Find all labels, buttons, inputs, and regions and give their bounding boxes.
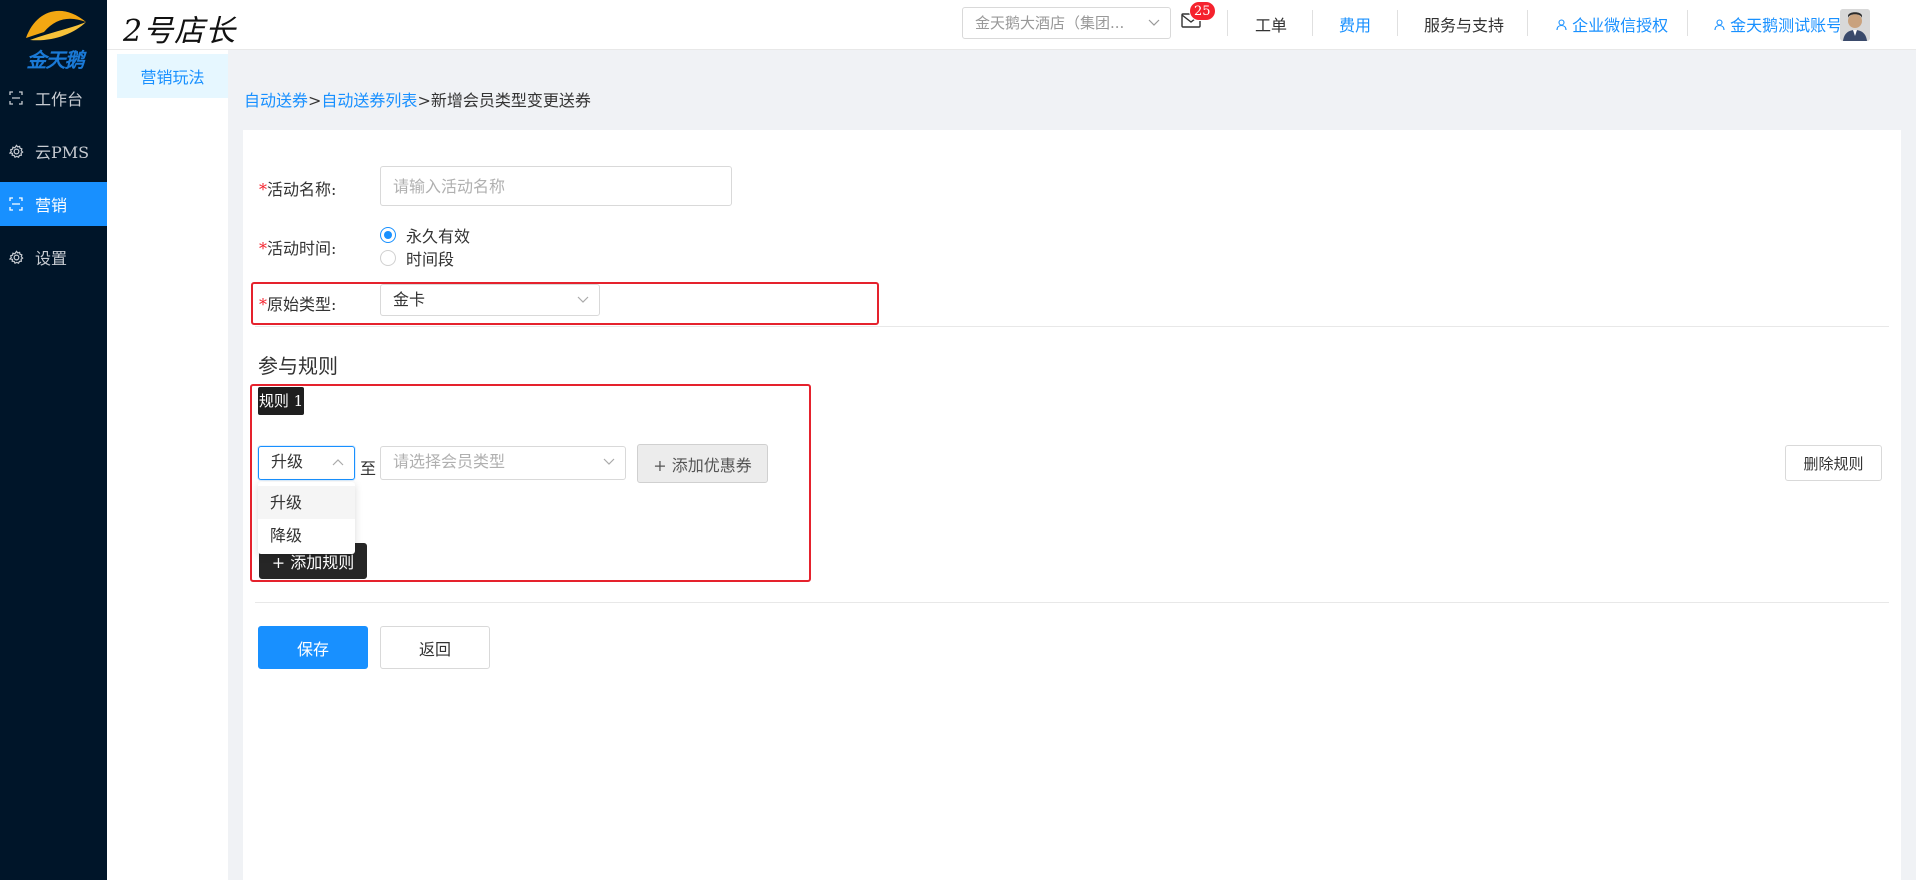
avatar[interactable]	[1840, 9, 1870, 41]
nav-label: 工作台	[35, 90, 84, 109]
required-mark: *	[259, 239, 267, 258]
nav-item-workbench[interactable]: 工作台	[0, 76, 107, 120]
header-divider	[1227, 10, 1228, 36]
chevron-down-icon	[603, 447, 615, 479]
header-divider	[1397, 10, 1398, 36]
store-select-value: 金天鹅大酒店（集团...	[975, 14, 1125, 32]
activity-name-label: *活动名称:	[259, 176, 336, 200]
chevron-down-icon	[1148, 8, 1160, 38]
wechat-auth-label: 企业微信授权	[1572, 16, 1669, 35]
wechat-auth-link[interactable]: 企业微信授权	[1556, 12, 1668, 36]
logo: 金天鹅	[20, 4, 90, 72]
sidebar: 金天鹅 工作台 云PMS 营销 设置	[0, 0, 107, 880]
original-type-value: 金卡	[393, 290, 426, 309]
user-icon	[1556, 16, 1572, 35]
nav-item-settings[interactable]: 设置	[0, 235, 107, 279]
rule-tag: 规则 1	[258, 387, 304, 415]
nav-label: 云PMS	[35, 143, 90, 162]
brand-title: 2号店长	[123, 14, 237, 49]
logo-text: 金天鹅	[26, 48, 85, 72]
account-link[interactable]: 金天鹅测试账号	[1714, 12, 1842, 36]
nav-label: 设置	[35, 249, 68, 268]
nav-item-marketing[interactable]: 营销	[0, 182, 107, 226]
direction-dropdown-menu: 升级 降级	[258, 482, 355, 554]
header-divider	[1527, 10, 1528, 36]
breadcrumb-separator: >	[308, 91, 322, 110]
header-divider	[1312, 10, 1313, 36]
activity-time-label-text: 活动时间:	[267, 239, 337, 258]
original-type-select[interactable]: 金卡	[380, 284, 600, 316]
nav-item-cloud-pms[interactable]: 云PMS	[0, 129, 107, 173]
activity-name-input[interactable]	[380, 166, 732, 206]
radio-button[interactable]	[380, 250, 396, 266]
submenu-item-marketing-play[interactable]: 营销玩法	[117, 54, 228, 98]
store-select[interactable]: 金天鹅大酒店（集团...	[962, 7, 1171, 39]
gear-icon	[8, 249, 24, 265]
nav-label: 营销	[35, 196, 68, 215]
to-label: 至	[360, 459, 377, 478]
section-divider	[255, 326, 1889, 327]
rules-section-title: 参与规则	[258, 354, 338, 378]
back-button[interactable]: 返回	[380, 626, 490, 669]
notification-badge: 25	[1189, 1, 1216, 21]
delete-rule-button[interactable]: 删除规则	[1785, 445, 1882, 481]
radio-time-range-label: 时间段	[406, 250, 455, 269]
dropdown-option-upgrade[interactable]: 升级	[258, 486, 355, 519]
header-divider	[1687, 10, 1688, 36]
original-type-label: *原始类型:	[259, 291, 336, 315]
dashboard-icon	[8, 196, 24, 212]
required-mark: *	[259, 295, 267, 314]
section-divider	[255, 602, 1889, 603]
direction-select-value: 升级	[271, 452, 304, 471]
breadcrumb-current: 新增会员类型变更送券	[430, 91, 591, 110]
member-type-placeholder: 请选择会员类型	[393, 452, 506, 471]
fees-link[interactable]: 费用	[1339, 12, 1371, 36]
dropdown-option-downgrade[interactable]: 降级	[258, 519, 355, 552]
account-label: 金天鹅测试账号	[1730, 16, 1843, 35]
breadcrumb: 自动送券>自动送券列表>新增会员类型变更送券	[244, 87, 591, 111]
submenu-panel: 营销玩法	[107, 50, 228, 880]
radio-button-checked[interactable]	[380, 227, 396, 243]
radio-permanent-label: 永久有效	[406, 227, 471, 246]
breadcrumb-separator: >	[417, 91, 431, 110]
radio-time-range[interactable]: 时间段	[380, 246, 454, 270]
user-icon	[1714, 16, 1730, 35]
save-button[interactable]: 保存	[258, 626, 368, 669]
add-coupon-button[interactable]: + 添加优惠券	[637, 444, 768, 483]
required-mark: *	[259, 180, 267, 199]
chevron-down-icon	[577, 285, 589, 315]
original-type-label-text: 原始类型:	[267, 295, 337, 314]
dashboard-icon	[8, 90, 24, 106]
activity-time-label: *活动时间:	[259, 235, 336, 259]
breadcrumb-auto-coupon-list[interactable]: 自动送券列表	[321, 91, 417, 110]
top-header: 2号店长 金天鹅大酒店（集团... 25 工单 费用 服务与支持 企业微信授权 …	[107, 0, 1916, 50]
member-type-select[interactable]: 请选择会员类型	[380, 446, 626, 480]
swan-logo-icon	[26, 10, 86, 41]
form-card: *活动名称: *活动时间: 永久有效 时间段 *原始类型: 金卡 参与规则 规则…	[243, 130, 1901, 880]
radio-permanent[interactable]: 永久有效	[380, 223, 470, 247]
ticket-link[interactable]: 工单	[1255, 12, 1287, 36]
support-link[interactable]: 服务与支持	[1424, 12, 1504, 36]
breadcrumb-auto-coupon[interactable]: 自动送券	[244, 91, 308, 110]
gear-icon	[8, 143, 24, 159]
activity-name-label-text: 活动名称:	[267, 180, 337, 199]
direction-select[interactable]: 升级	[258, 446, 355, 480]
chevron-up-icon	[332, 447, 344, 479]
